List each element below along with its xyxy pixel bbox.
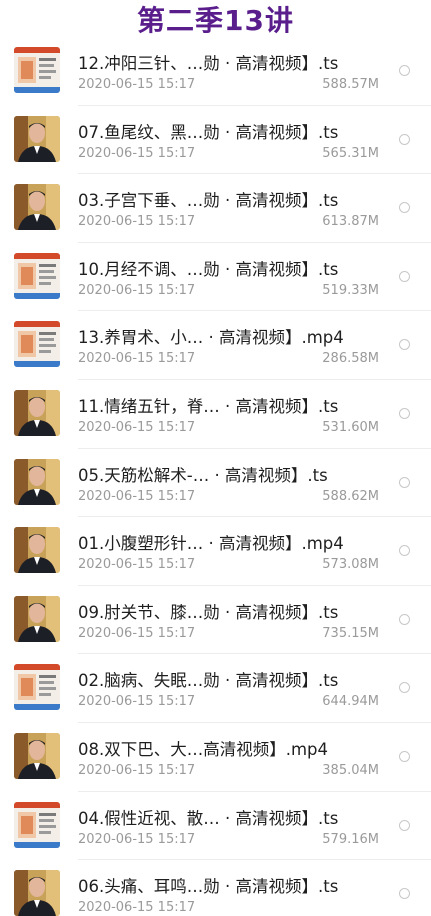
file-row[interactable]: 10.月经不调、…勋 · 高清视频】.ts 2020-06-15 15:17 5… [0,243,431,312]
slide-thumbnail [14,47,60,93]
file-size: 519.33M [322,282,379,298]
file-name: 02.脑病、失眠…勋 · 高清视频】.ts [78,671,339,691]
slide-thumbnail [14,252,60,299]
file-date: 2020-06-15 15:17 [78,488,196,504]
file-row[interactable]: 04.假性近视、散… · 高清视频】.ts 2020-06-15 15:17 5… [0,792,431,861]
file-date: 2020-06-15 15:17 [78,625,196,641]
file-row[interactable]: 01.小腹塑形针… · 高清视频】.mp4 2020-06-15 15:17 5… [0,517,431,586]
file-name: 13.养胃术、小… · 高清视频】.mp4 [78,328,344,348]
file-date: 2020-06-15 15:17 [78,419,196,435]
file-row[interactable]: 03.子宫下垂、…勋 · 高清视频】.ts 2020-06-15 15:17 6… [0,174,431,243]
speaker-thumbnail [14,115,60,162]
file-list-screen: 第二季13讲 12.冲阳三针、…勋 · 高清视频】.ts 2020-06-15 … [0,0,431,916]
file-name: 12.冲阳三针、…勋 · 高清视频】.ts [78,54,339,73]
select-radio[interactable] [399,682,410,694]
file-date: 2020-06-15 15:17 [78,694,196,710]
file-name: 06.头痛、耳鸣…勋 · 高清视频】.ts [78,877,339,897]
file-name: 08.双下巴、大…高清视频】.mp4 [78,739,329,759]
file-list: 12.冲阳三针、…勋 · 高清视频】.ts 2020-06-15 15:17 5… [0,37,431,916]
select-radio[interactable] [399,65,410,76]
select-radio[interactable] [399,613,410,625]
slide-thumbnail [14,321,60,368]
select-radio[interactable] [399,202,410,214]
select-radio[interactable] [399,888,410,900]
file-size: 613.87M [322,214,379,230]
file-date: 2020-06-15 15:17 [78,77,196,92]
file-size: 573.08M [322,557,379,573]
file-size: 588.57M [322,77,379,92]
select-radio[interactable] [399,750,410,762]
file-row[interactable]: 06.头痛、耳鸣…勋 · 高清视频】.ts 2020-06-15 15:17 [0,860,431,916]
file-date: 2020-06-15 15:17 [78,831,196,847]
file-size: 579.16M [322,831,379,847]
file-date: 2020-06-15 15:17 [78,214,196,230]
speaker-thumbnail [14,458,60,505]
select-radio[interactable] [399,819,410,831]
file-name: 10.月经不调、…勋 · 高清视频】.ts [78,259,339,279]
file-name: 01.小腹塑形针… · 高清视频】.mp4 [78,534,344,554]
speaker-thumbnail [14,732,60,779]
select-radio[interactable] [399,133,410,145]
page-title: 第二季13讲 [137,4,294,37]
file-size: 286.58M [322,351,379,367]
file-name: 09.肘关节、膝…勋 · 高清视频】.ts [78,602,339,622]
file-name: 11.情绪五针，脊… · 高清视频】.ts [78,396,339,416]
file-row[interactable]: 12.冲阳三针、…勋 · 高清视频】.ts 2020-06-15 15:17 5… [0,37,431,106]
file-size: 385.04M [322,762,379,778]
file-date: 2020-06-15 15:17 [78,762,196,778]
speaker-thumbnail [14,389,60,436]
file-row[interactable]: 11.情绪五针，脊… · 高清视频】.ts 2020-06-15 15:17 5… [0,380,431,449]
file-date: 2020-06-15 15:17 [78,282,196,298]
file-row[interactable]: 08.双下巴、大…高清视频】.mp4 2020-06-15 15:17 385.… [0,723,431,792]
file-name: 05.天筋松解术-… · 高清视频】.ts [78,465,328,485]
select-radio[interactable] [399,339,410,351]
slide-thumbnail [14,664,60,711]
file-size: 588.62M [322,488,379,504]
file-name: 03.子宫下垂、…勋 · 高清视频】.ts [78,191,339,211]
speaker-thumbnail [14,870,60,916]
file-row[interactable]: 09.肘关节、膝…勋 · 高清视频】.ts 2020-06-15 15:17 7… [0,586,431,655]
file-name: 04.假性近视、散… · 高清视频】.ts [78,808,339,828]
file-row[interactable]: 02.脑病、失眠…勋 · 高清视频】.ts 2020-06-15 15:17 6… [0,654,431,723]
file-row[interactable]: 07.鱼尾纹、黑…勋 · 高清视频】.ts 2020-06-15 15:17 5… [0,106,431,175]
select-radio[interactable] [399,545,410,557]
file-size: 644.94M [322,694,379,710]
slide-thumbnail [14,801,60,848]
file-size: 531.60M [322,419,379,435]
select-radio[interactable] [399,476,410,488]
file-date: 2020-06-15 15:17 [78,557,196,573]
file-size: 735.15M [322,625,379,641]
file-name: 07.鱼尾纹、黑…勋 · 高清视频】.ts [78,122,339,142]
speaker-thumbnail [14,595,60,642]
file-size: 565.31M [322,145,379,161]
file-date: 2020-06-15 15:17 [78,351,196,367]
file-row[interactable]: 13.养胃术、小… · 高清视频】.mp4 2020-06-15 15:17 2… [0,311,431,380]
file-date: 2020-06-15 15:17 [78,900,196,916]
select-radio[interactable] [399,270,410,282]
speaker-thumbnail [14,184,60,231]
file-date: 2020-06-15 15:17 [78,145,196,161]
file-row[interactable]: 05.天筋松解术-… · 高清视频】.ts 2020-06-15 15:17 5… [0,449,431,518]
select-radio[interactable] [399,407,410,419]
speaker-thumbnail [14,527,60,574]
